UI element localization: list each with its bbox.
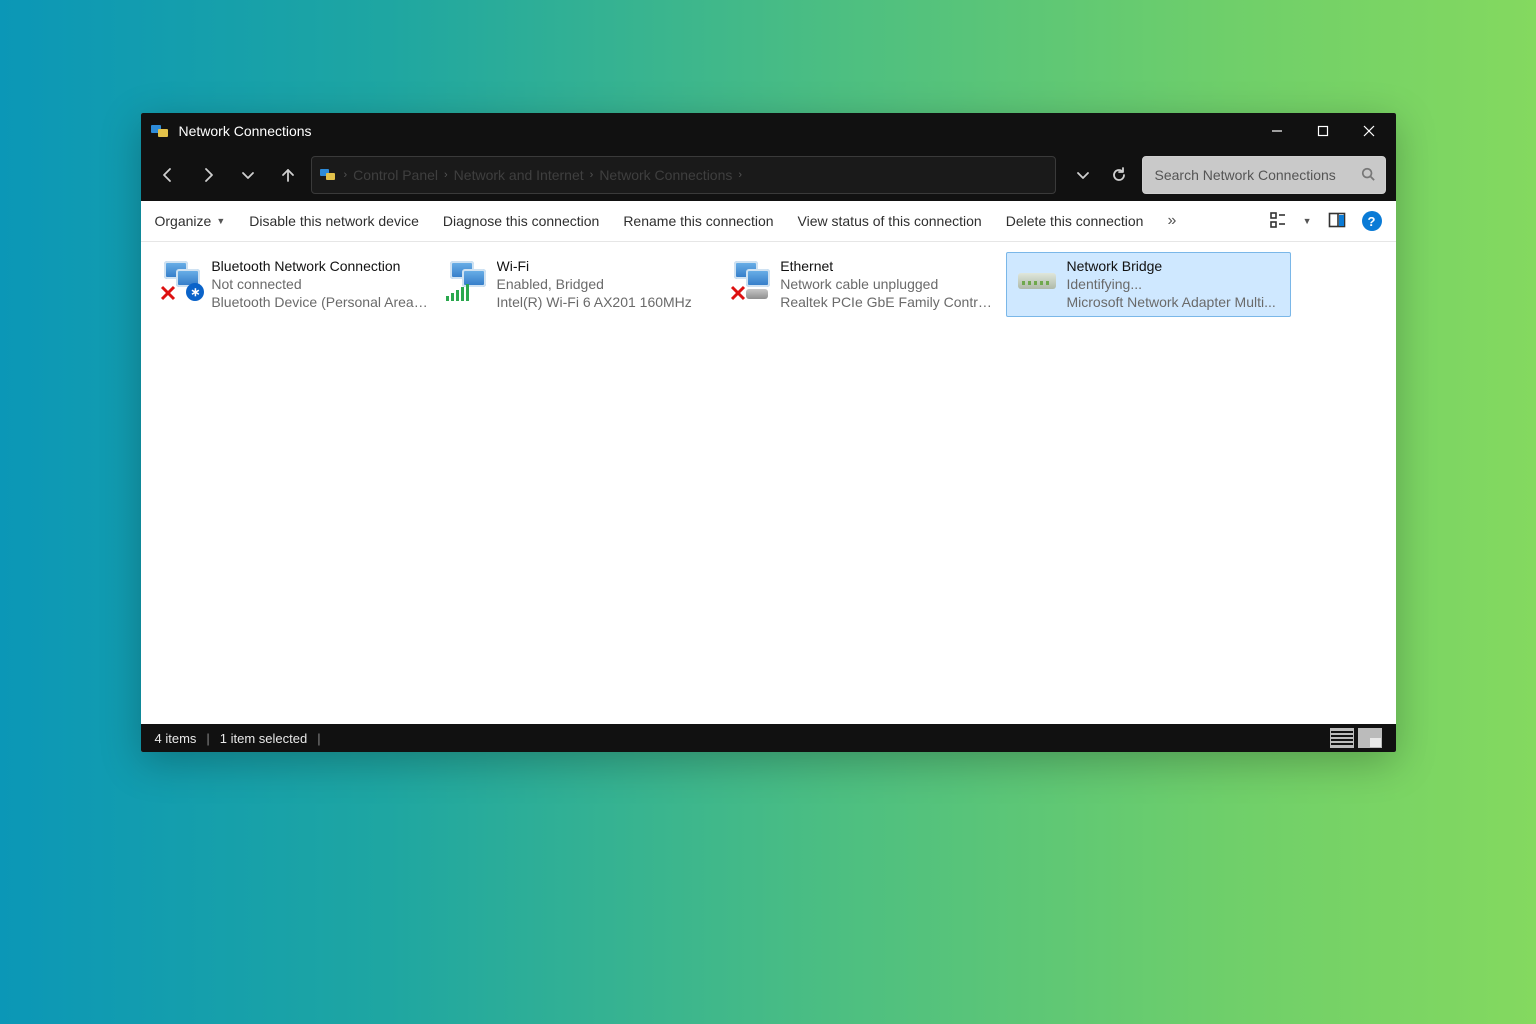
up-button[interactable] xyxy=(271,158,305,192)
item-count: 4 items xyxy=(155,731,197,746)
close-button[interactable] xyxy=(1346,113,1392,149)
status-bar: 4 items | 1 item selected | xyxy=(141,724,1396,752)
app-icon xyxy=(151,123,171,139)
large-icons-view-button[interactable] xyxy=(1358,728,1382,748)
adapter-item[interactable]: Wi-FiEnabled, BridgedIntel(R) Wi-Fi 6 AX… xyxy=(436,252,721,317)
delete-connection-button[interactable]: Delete this connection xyxy=(1006,213,1144,229)
search-icon xyxy=(1361,167,1375,184)
breadcrumb[interactable]: Network Connections xyxy=(599,167,732,183)
explorer-window: Network Connections › Control Panel › Ne… xyxy=(141,113,1396,752)
breadcrumb[interactable]: Control Panel xyxy=(353,167,438,183)
adapter-status: Enabled, Bridged xyxy=(497,275,692,293)
address-bar[interactable]: › Control Panel › Network and Internet ›… xyxy=(311,156,1056,194)
bluetooth-icon: ∗ xyxy=(186,283,204,301)
adapter-icon xyxy=(728,259,774,301)
diagnose-connection-button[interactable]: Diagnose this connection xyxy=(443,213,599,229)
title-bar[interactable]: Network Connections xyxy=(141,113,1396,149)
help-button[interactable]: ? xyxy=(1362,211,1382,231)
adapter-icon xyxy=(444,259,490,301)
organize-menu[interactable]: Organize ▼ xyxy=(155,213,226,229)
selection-count: 1 item selected xyxy=(220,731,307,746)
adapter-item[interactable]: EthernetNetwork cable unpluggedRealtek P… xyxy=(721,252,1006,317)
adapter-name: Wi-Fi xyxy=(497,257,692,275)
back-button[interactable] xyxy=(151,158,185,192)
details-view-button[interactable] xyxy=(1330,728,1354,748)
view-status-button[interactable]: View status of this connection xyxy=(798,213,982,229)
adapter-detail: Realtek PCIe GbE Family Controller xyxy=(780,293,998,311)
wifi-signal-icon xyxy=(446,284,469,301)
adapter-icon: ∗ xyxy=(158,259,204,301)
address-history-button[interactable] xyxy=(1066,158,1100,192)
adapter-item[interactable]: Network BridgeIdentifying...Microsoft Ne… xyxy=(1006,252,1291,317)
adapter-status: Not connected xyxy=(211,275,428,293)
adapter-status: Identifying... xyxy=(1067,275,1276,293)
minimize-button[interactable] xyxy=(1254,113,1300,149)
search-box[interactable] xyxy=(1142,156,1386,194)
adapter-list[interactable]: ∗ Bluetooth Network ConnectionNot connect… xyxy=(141,242,1396,724)
recent-locations-button[interactable] xyxy=(231,158,265,192)
command-bar: Organize ▼ Disable this network device D… xyxy=(141,201,1396,242)
adapter-detail: Intel(R) Wi-Fi 6 AX201 160MHz xyxy=(497,293,692,311)
adapter-name: Bluetooth Network Connection xyxy=(211,257,428,275)
adapter-detail: Microsoft Network Adapter Multi... xyxy=(1067,293,1276,311)
navigation-bar: › Control Panel › Network and Internet ›… xyxy=(141,149,1396,201)
disable-device-button[interactable]: Disable this network device xyxy=(249,213,419,229)
view-options-button[interactable] xyxy=(1269,211,1287,232)
forward-button[interactable] xyxy=(191,158,225,192)
address-icon xyxy=(320,168,338,182)
adapter-name: Network Bridge xyxy=(1067,257,1276,275)
error-x-icon xyxy=(160,285,176,301)
adapter-detail: Bluetooth Device (Personal Area ... xyxy=(211,293,428,311)
chevron-right-icon: › xyxy=(444,169,448,181)
chevron-right-icon: › xyxy=(738,169,742,181)
bridge-icon xyxy=(1014,259,1060,301)
organize-label: Organize xyxy=(155,213,212,229)
adapter-item[interactable]: ∗ Bluetooth Network ConnectionNot connect… xyxy=(151,252,436,317)
window-title: Network Connections xyxy=(179,123,312,139)
toolbar-overflow-button[interactable]: » xyxy=(1167,212,1173,230)
chevron-down-icon: ▼ xyxy=(216,216,225,226)
adapter-name: Ethernet xyxy=(780,257,998,275)
refresh-button[interactable] xyxy=(1102,158,1136,192)
preview-pane-button[interactable] xyxy=(1328,211,1346,232)
chevron-right-icon: › xyxy=(590,169,594,181)
maximize-button[interactable] xyxy=(1300,113,1346,149)
adapter-status: Network cable unplugged xyxy=(780,275,998,293)
error-x-icon xyxy=(730,285,746,301)
chevron-down-icon[interactable]: ▼ xyxy=(1303,216,1312,226)
search-input[interactable] xyxy=(1153,166,1361,184)
rename-connection-button[interactable]: Rename this connection xyxy=(623,213,773,229)
breadcrumb[interactable]: Network and Internet xyxy=(454,167,584,183)
ethernet-plug-icon xyxy=(746,289,768,299)
chevron-right-icon: › xyxy=(344,169,348,181)
